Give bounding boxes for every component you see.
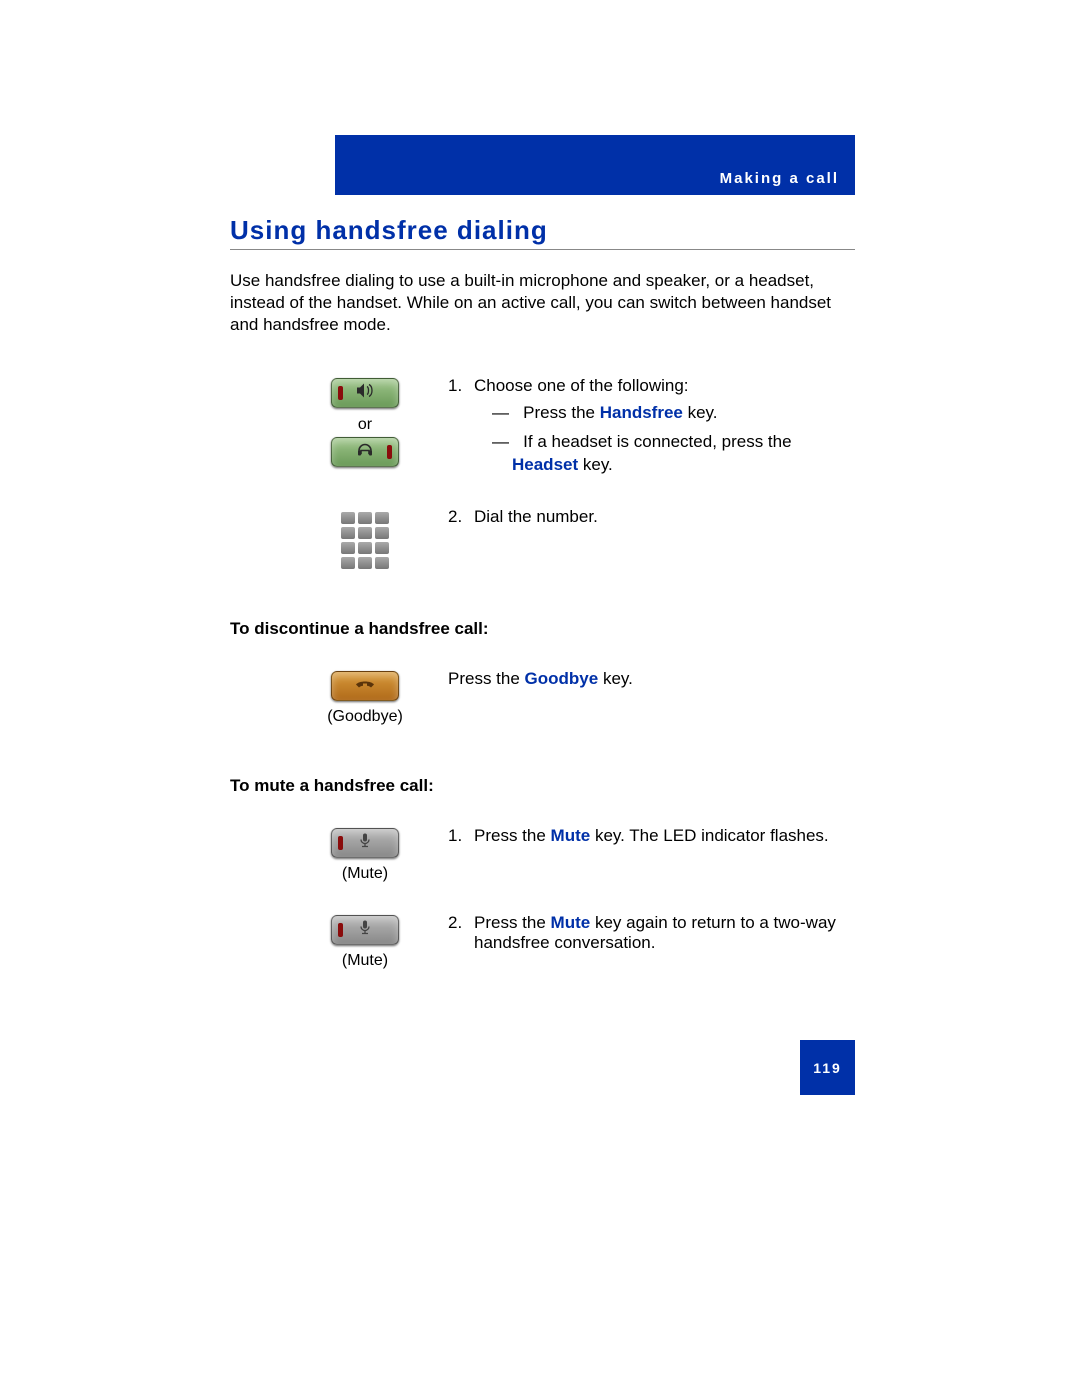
step-row-2: 2. Dial the number.	[230, 507, 855, 569]
discontinue-row: (Goodbye) Press the Goodbye key.	[230, 669, 855, 726]
intro-paragraph: Use handsfree dialing to use a built-in …	[230, 270, 855, 336]
step2-instruction: Dial the number.	[474, 507, 855, 527]
headset-key-label: Headset	[512, 455, 578, 474]
led-indicator-icon	[338, 836, 343, 850]
mute-row-1: (Mute) 1. Press the Mute key. The LED in…	[230, 826, 855, 883]
page-number: 119	[800, 1040, 855, 1095]
content-area: Using handsfree dialing Use handsfree di…	[230, 215, 855, 970]
mute-heading: To mute a handsfree call:	[230, 776, 855, 796]
led-indicator-icon	[338, 923, 343, 937]
section-title: Using handsfree dialing	[230, 215, 855, 250]
mute-icon-column-1: (Mute)	[290, 826, 440, 883]
step1-option2: — If a headset is connected, press the H…	[492, 431, 855, 477]
mute-key-label: Mute	[551, 826, 591, 845]
handsfree-key-label: Handsfree	[600, 403, 683, 422]
microphone-mute-icon	[358, 920, 372, 941]
handsfree-key-icon	[331, 378, 399, 408]
step-row-1: or 1. Choose one of the following: —	[230, 376, 855, 477]
keypad-icon-column	[290, 507, 440, 569]
mute-row-2: (Mute) 2. Press the Mute key again to re…	[230, 913, 855, 970]
mute-caption-2: (Mute)	[290, 952, 440, 970]
mute-icon-column-2: (Mute)	[290, 913, 440, 970]
step1-text: 1. Choose one of the following: — Press …	[440, 376, 855, 477]
discontinue-text: Press the Goodbye key.	[440, 669, 855, 689]
step1-icon-column: or	[290, 376, 440, 472]
goodbye-caption: (Goodbye)	[290, 708, 440, 726]
headset-icon	[356, 442, 374, 463]
or-label: or	[290, 416, 440, 434]
speaker-icon	[356, 383, 374, 404]
mute-step2-text: 2. Press the Mute key again to return to…	[440, 913, 855, 953]
dialpad-icon	[341, 512, 389, 569]
document-page: Making a call Using handsfree dialing Us…	[0, 0, 1080, 1397]
step1-number: 1.	[448, 376, 474, 477]
chapter-title: Making a call	[720, 170, 839, 187]
led-indicator-icon	[338, 386, 343, 400]
goodbye-key-label: Goodbye	[525, 669, 599, 688]
step1-lead: Choose one of the following:	[474, 376, 855, 396]
mute-step1-number: 1.	[448, 826, 474, 846]
step2-text: 2. Dial the number.	[440, 507, 855, 527]
discontinue-heading: To discontinue a handsfree call:	[230, 619, 855, 639]
step2-number: 2.	[448, 507, 474, 527]
phone-down-icon	[354, 677, 376, 696]
step1-option1: — Press the Handsfree key.	[492, 402, 855, 425]
goodbye-icon-column: (Goodbye)	[290, 669, 440, 726]
microphone-mute-icon	[358, 833, 372, 854]
led-indicator-icon	[387, 445, 392, 459]
mute-key-label: Mute	[551, 913, 591, 932]
chapter-header-bar: Making a call	[335, 135, 855, 195]
goodbye-key-icon	[331, 671, 399, 701]
mute-key-icon	[331, 915, 399, 945]
mute-caption-1: (Mute)	[290, 865, 440, 883]
mute-key-icon	[331, 828, 399, 858]
mute-step1-text: 1. Press the Mute key. The LED indicator…	[440, 826, 855, 846]
mute-step2-number: 2.	[448, 913, 474, 953]
headset-key-icon	[331, 437, 399, 467]
